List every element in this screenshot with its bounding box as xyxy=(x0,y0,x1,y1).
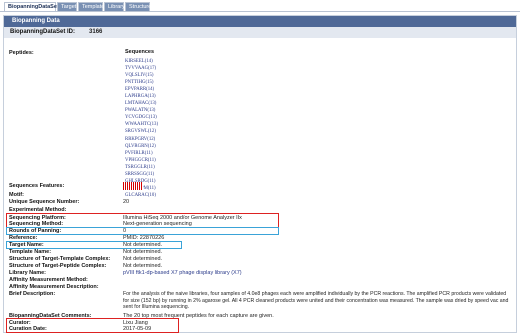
dataset-id-bar: BiopanningDataSet ID: 3166 xyxy=(4,27,516,38)
field-label: Affinity Measurement Description: xyxy=(9,284,99,290)
field-label: Motif: xyxy=(9,192,24,198)
sequence-item[interactable]: VPHGGCR(11) xyxy=(125,157,158,164)
panel-title: Biopanning Data xyxy=(4,16,516,27)
dataset-id-value: 3166 xyxy=(89,29,103,35)
field-label: Affinity Measurement Method: xyxy=(9,277,88,283)
dataset-id-label: BiopanningDataSet ID: xyxy=(10,29,76,35)
sequence-item[interactable]: GLCARAC(10) xyxy=(125,192,158,199)
field-value: Not determined. xyxy=(123,242,163,248)
sequence-item[interactable]: TVVVAAG(17) xyxy=(125,65,158,72)
sequence-item[interactable]: YCVGDGC(13) xyxy=(125,114,158,121)
sequence-item[interactable]: SRRSSGG(11) xyxy=(125,171,158,178)
brief-description-text: For the analysis of the naive libraries,… xyxy=(123,291,509,311)
sequence-item[interactable]: PWALATN(13) xyxy=(125,107,158,114)
sequence-list: KIRSEEL(14) TVVVAAG(17) VQLSLIV(15) PNTT… xyxy=(125,58,158,199)
sequence-item[interactable]: SRGVSWL(12) xyxy=(125,128,158,135)
biopanning-panel: Biopanning Data BiopanningDataSet ID: 316… xyxy=(3,15,517,333)
tab-target[interactable]: Target xyxy=(57,2,77,11)
tab-structure[interactable]: Structure xyxy=(125,2,151,11)
sequence-item[interactable]: TSRGGLR(11) xyxy=(125,164,158,171)
sequence-item[interactable]: WWAAHTC(13) xyxy=(125,121,158,128)
sequence-item[interactable]: PVFIRLR(11) xyxy=(125,150,158,157)
tab-template[interactable]: Template xyxy=(78,2,104,11)
sequence-item[interactable]: LMTAHAC(13) xyxy=(125,100,158,107)
sequences-header: Sequences xyxy=(125,49,155,55)
sequence-item[interactable]: QLVRGRN(12) xyxy=(125,143,158,150)
field-label: Structure of Target-Peptide Complex: xyxy=(9,263,107,269)
sequence-features-graphic[interactable] xyxy=(123,182,143,190)
peptides-label: Peptides: xyxy=(9,50,34,56)
field-label: Curation Date: xyxy=(9,326,47,332)
field-value: 2017-05-09 xyxy=(123,326,152,332)
field-label: Target Name: xyxy=(9,242,44,248)
sequence-item[interactable]: VQLSLIV(15) xyxy=(125,72,158,79)
field-label: Structure of Target-Template Complex: xyxy=(9,256,111,262)
field-value: Not determined. xyxy=(123,263,163,269)
sequence-item[interactable]: PNTTIHG(15) xyxy=(125,79,158,86)
sequence-item[interactable]: KIRSEEL(14) xyxy=(125,58,158,65)
field-label: Library Name: xyxy=(9,270,46,276)
field-value: 0 xyxy=(123,228,127,234)
field-value: Not determined. xyxy=(123,256,163,262)
sequence-item[interactable]: LAPHRGA(13) xyxy=(125,93,158,100)
tab-underline xyxy=(0,11,520,12)
field-label: Rounds of Panning: xyxy=(9,228,62,234)
tab-library[interactable]: Library xyxy=(104,2,125,11)
field-label: Template Name: xyxy=(9,249,52,255)
library-link[interactable]: pVIII ftk1-dp-based X7 phage display lib… xyxy=(123,270,242,276)
field-value: Not determined. xyxy=(123,249,163,255)
field-label: Brief Description: xyxy=(9,291,56,297)
tab-biopanningdataset[interactable]: BiopanningDataSet xyxy=(4,2,59,11)
sequence-item[interactable]: EPVPARR(14) xyxy=(125,86,158,93)
field-label: Unique Sequence Number: xyxy=(9,199,80,205)
sequence-item[interactable]: RRKPGRV(12) xyxy=(125,136,158,143)
field-label: Sequences Features: xyxy=(9,183,65,189)
field-value: 20 xyxy=(123,199,130,205)
tab-bar: BiopanningDataSet Target Template Librar… xyxy=(0,0,520,12)
